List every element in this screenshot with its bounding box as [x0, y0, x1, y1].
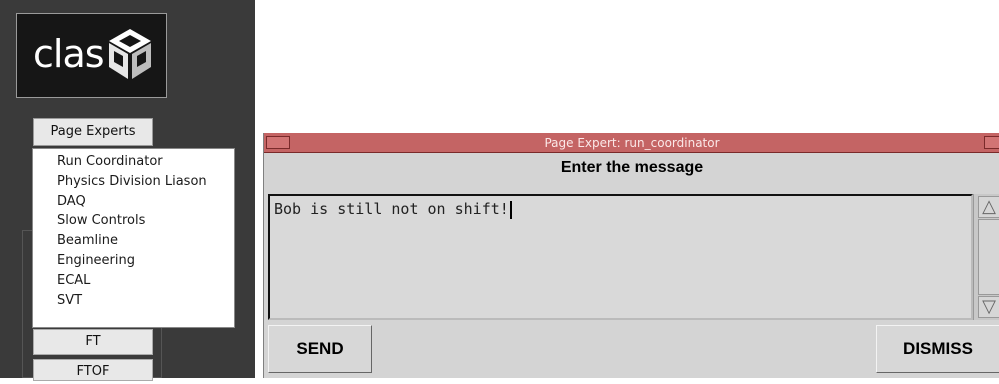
- message-prompt-label: Enter the message: [560, 159, 704, 176]
- window-maximize-button[interactable]: [984, 136, 999, 149]
- text-cursor: [509, 200, 512, 219]
- message-scrollbar[interactable]: △ ▽: [973, 194, 999, 320]
- menu-item-run-coordinator[interactable]: Run Coordinator: [33, 152, 234, 172]
- cube-logo-icon: [109, 29, 151, 79]
- menu-item-daq[interactable]: DAQ: [33, 192, 234, 212]
- menu-item-slow-controls[interactable]: Slow Controls: [33, 211, 234, 231]
- clas-logo: clas: [16, 13, 167, 98]
- menu-item-ecal[interactable]: ECAL: [33, 271, 234, 291]
- logo-text: clas: [33, 32, 105, 76]
- message-text: Bob is still not on shift!: [274, 200, 512, 219]
- dismiss-button[interactable]: DISMISS: [876, 325, 999, 373]
- ft-button[interactable]: FT: [33, 329, 153, 355]
- menu-item-beamline[interactable]: Beamline: [33, 231, 234, 251]
- dialog-titlebar[interactable]: Page Expert: run_coordinator: [264, 133, 999, 153]
- page-experts-button[interactable]: Page Experts: [33, 118, 153, 146]
- scroll-down-arrow-icon[interactable]: ▽: [978, 296, 999, 318]
- scroll-up-arrow-icon[interactable]: △: [978, 196, 999, 218]
- send-button[interactable]: SEND: [268, 325, 372, 373]
- message-textarea[interactable]: Bob is still not on shift!: [268, 194, 973, 320]
- page-expert-dialog: Page Expert: run_coordinator Enter the m…: [263, 133, 999, 378]
- dialog-title: Page Expert: run_coordinator: [544, 136, 720, 150]
- menu-item-engineering[interactable]: Engineering: [33, 251, 234, 271]
- page-experts-dropdown: Run Coordinator Physics Division Liason …: [32, 148, 235, 328]
- menu-item-svt[interactable]: SVT: [33, 291, 234, 311]
- scroll-thumb[interactable]: [978, 219, 999, 295]
- menu-item-physics-division-liason[interactable]: Physics Division Liason: [33, 172, 234, 192]
